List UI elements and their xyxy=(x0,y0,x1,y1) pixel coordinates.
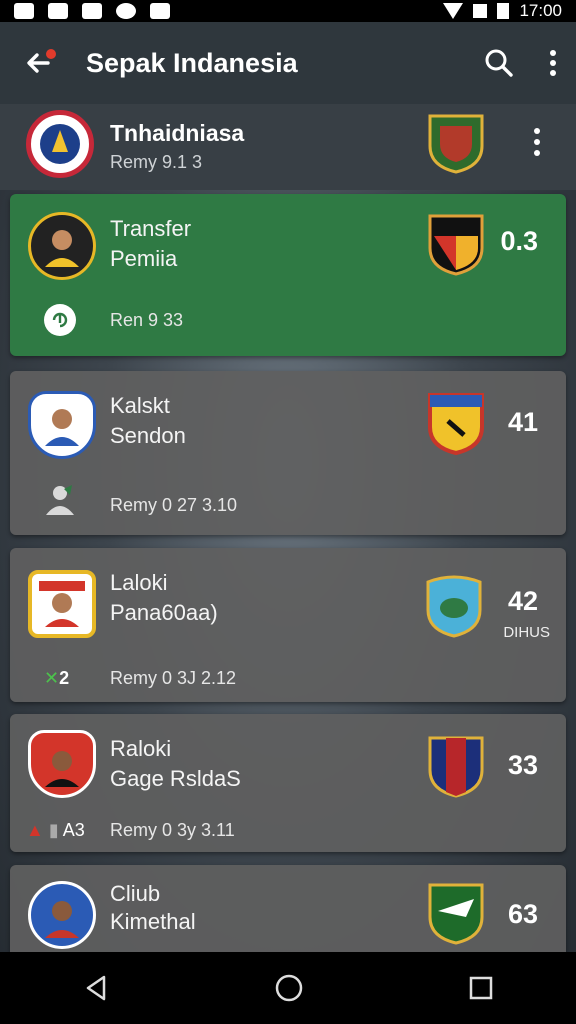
player-avatar xyxy=(28,212,96,280)
back-nav-icon[interactable] xyxy=(82,974,110,1002)
match-info: Ren 9 33 xyxy=(110,310,184,330)
player-avatar xyxy=(28,730,96,798)
status-time: 17:00 xyxy=(519,1,562,20)
match-info: Remy 0 3J 2.12 xyxy=(110,668,237,688)
club-crest-icon xyxy=(426,575,482,638)
more-vert-icon[interactable] xyxy=(534,128,542,156)
team-name-line2: Pana60aa) xyxy=(110,600,218,625)
match-card[interactable]: Kalskt Sendon 41 Remy 0 27 3.10 xyxy=(10,371,566,535)
app-bar: Sepak Indanesia xyxy=(0,22,576,104)
more-vert-icon[interactable] xyxy=(548,49,558,77)
club-crest-icon xyxy=(428,736,484,798)
wifi-icon xyxy=(443,3,464,19)
match-score: 41 xyxy=(507,407,538,437)
team-name-line1: Raloki xyxy=(110,736,172,761)
back-button[interactable] xyxy=(18,43,58,83)
team-name-line2: Gage RsldaS xyxy=(110,766,241,791)
team-name-line1: Cliub xyxy=(110,881,161,906)
notification-icon xyxy=(82,3,102,19)
player-avatar xyxy=(28,570,96,638)
status-notifications xyxy=(14,3,170,19)
player-icon xyxy=(46,485,74,515)
transfer-icon xyxy=(44,304,76,336)
notification-dot xyxy=(46,49,56,59)
stat-icon: ▲ ▮ A3 xyxy=(26,820,85,840)
club-crest-icon xyxy=(428,393,484,455)
match-info: Remy 0 3y 3.11 xyxy=(110,820,235,840)
notification-icon xyxy=(14,3,34,19)
notification-icon xyxy=(150,3,170,19)
match-list: Tnhaidniasa Remy 9.1 3 Transfer Pemiia 0… xyxy=(0,104,576,952)
league-logo xyxy=(26,110,94,178)
eye-icon xyxy=(116,3,136,19)
match-card[interactable]: Laloki Pana60aa) 42 DIHUS ✕2 Remy 0 3J 2… xyxy=(10,548,566,702)
match-info: Remy 0 27 3.10 xyxy=(110,495,238,515)
club-crest-icon xyxy=(428,883,484,945)
status-system: 17:00 xyxy=(443,1,562,21)
team-name-line1: Transfer xyxy=(110,216,192,241)
match-card[interactable]: Transfer Pemiia 0.3 Ren 9 33 xyxy=(10,194,566,356)
crest-icon xyxy=(40,124,80,164)
player-avatar xyxy=(28,881,96,949)
match-score: 0.3 xyxy=(500,226,538,256)
stat-icon: ✕2 xyxy=(44,668,70,688)
match-score: 33 xyxy=(507,750,538,780)
match-score: 42 xyxy=(507,586,538,616)
signal-icon xyxy=(473,4,488,18)
page-title: Sepak Indanesia xyxy=(86,47,298,78)
club-crest-icon xyxy=(428,214,484,276)
navigation-bar xyxy=(0,952,576,1024)
home-nav-icon[interactable] xyxy=(274,973,304,1003)
recents-nav-icon[interactable] xyxy=(468,975,494,1001)
team-name-line1: Kalskt xyxy=(110,393,170,418)
match-score: 63 xyxy=(507,899,538,929)
team-name-line2: Kimethal xyxy=(110,909,196,934)
search-icon[interactable] xyxy=(484,48,514,78)
notification-icon xyxy=(48,3,68,19)
player-avatar xyxy=(28,391,96,459)
match-card[interactable]: Cliub Kimethal 63 xyxy=(10,865,566,952)
team-name-line2: Pemiia xyxy=(110,246,178,271)
team-name-line1: Laloki xyxy=(110,570,168,595)
header-subtitle: Remy 9.1 3 xyxy=(110,152,203,172)
team-tag: DIHUS xyxy=(503,624,550,641)
status-bar: 17:00 xyxy=(0,0,576,22)
team-name-line2: Sendon xyxy=(110,423,186,448)
header-title: Tnhaidniasa xyxy=(110,120,245,146)
club-crest-icon xyxy=(428,114,484,174)
list-header[interactable]: Tnhaidniasa Remy 9.1 3 xyxy=(0,104,576,190)
match-card[interactable]: Raloki Gage RsldaS 33 ▲ ▮ A3 Remy 0 3y 3… xyxy=(10,714,566,852)
battery-icon xyxy=(497,3,510,19)
